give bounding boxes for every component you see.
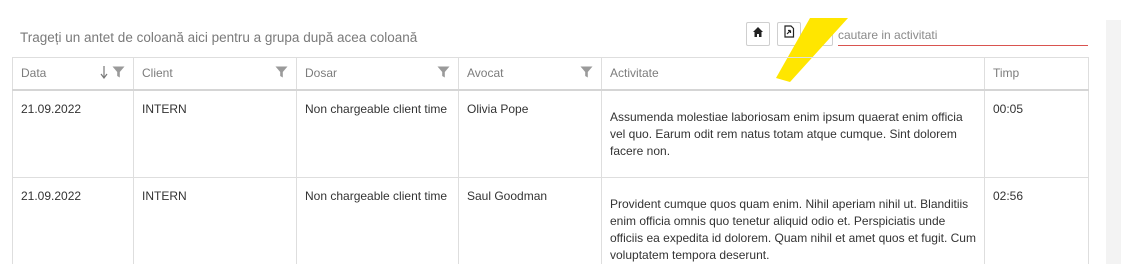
- cell-dosar: Non chargeable client time: [296, 89, 459, 178]
- cell-data: 21.09.2022: [12, 89, 134, 178]
- column-header-timp[interactable]: Timp: [984, 57, 1089, 90]
- table-row[interactable]: 21.09.2022 INTERN Non chargeable client …: [12, 177, 1089, 264]
- column-header-label: Client: [142, 66, 173, 81]
- export-pdf-icon: [783, 25, 795, 43]
- column-header-label: Avocat: [467, 66, 504, 81]
- home-icon: [752, 25, 764, 43]
- home-button[interactable]: [746, 22, 770, 46]
- sort-descending-icon[interactable]: [100, 65, 108, 82]
- header-row: Data Client Dosar Avocat Activitate Timp: [12, 57, 1089, 90]
- cell-activitate: Provident cumque quos quam enim. Nihil a…: [601, 177, 985, 264]
- activities-table: Data Client Dosar Avocat Activitate Timp…: [12, 57, 1089, 264]
- cell-dosar: Non chargeable client time: [296, 177, 459, 264]
- column-header-label: Dosar: [305, 66, 338, 81]
- column-header-client[interactable]: Client: [133, 57, 297, 90]
- cell-timp: 00:05: [984, 89, 1089, 178]
- cell-timp: 02:56: [984, 177, 1089, 264]
- column-header-avocat[interactable]: Avocat: [458, 57, 602, 90]
- column-header-activitate[interactable]: Activitate: [601, 57, 985, 90]
- filter-icon[interactable]: [112, 66, 125, 81]
- column-chooser-button[interactable]: [809, 22, 833, 46]
- column-header-dosar[interactable]: Dosar: [296, 57, 459, 90]
- column-header-label: Timp: [993, 66, 1020, 81]
- column-chooser-icon: [814, 25, 828, 43]
- cell-activitate: Assumenda molestiae laboriosam enim ipsu…: [601, 89, 985, 178]
- search-input[interactable]: [838, 24, 1088, 46]
- column-header-label: Activitate: [610, 66, 659, 81]
- group-by-panel[interactable]: Trageți un antet de coloană aici pentru …: [20, 30, 417, 45]
- column-header-data[interactable]: Data: [12, 57, 134, 90]
- cell-avocat: Olivia Pope: [458, 89, 602, 178]
- activities-grid-page: Trageți un antet de coloană aici pentru …: [0, 0, 1121, 264]
- column-header-label: Data: [21, 66, 47, 81]
- filter-icon[interactable]: [437, 66, 450, 81]
- cell-client: INTERN: [133, 89, 297, 178]
- cell-data: 21.09.2022: [12, 177, 134, 264]
- scrollbar-track[interactable]: [1106, 20, 1121, 264]
- cell-client: INTERN: [133, 177, 297, 264]
- filter-icon[interactable]: [580, 66, 593, 81]
- cell-avocat: Saul Goodman: [458, 177, 602, 264]
- table-row[interactable]: 21.09.2022 INTERN Non chargeable client …: [12, 89, 1089, 178]
- export-button[interactable]: [777, 22, 801, 46]
- filter-icon[interactable]: [275, 66, 288, 81]
